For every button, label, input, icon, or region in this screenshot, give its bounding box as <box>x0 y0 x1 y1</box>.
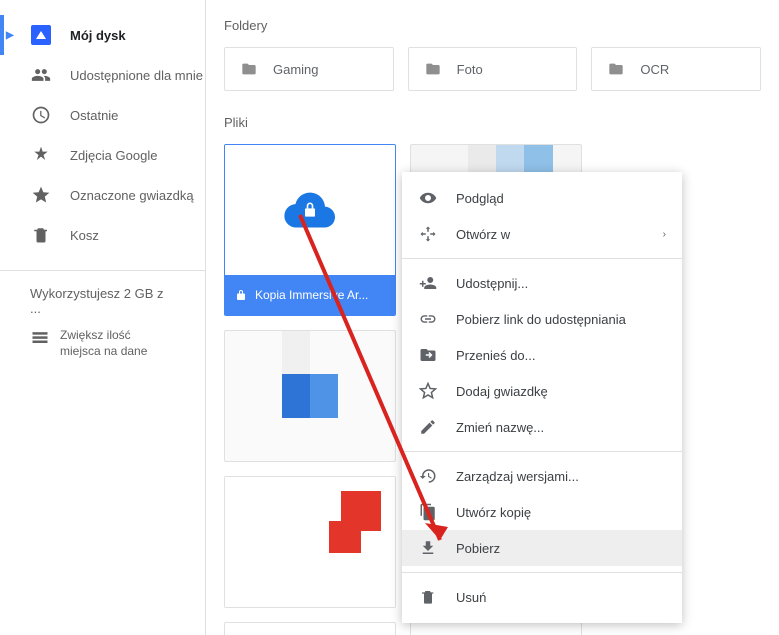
sidebar-item-label: Ostatnie <box>70 108 118 123</box>
menu-item-label: Udostępnij... <box>456 276 528 291</box>
sidebar-item-my-drive[interactable]: ▶ Mój dysk <box>0 15 205 55</box>
menu-item-preview[interactable]: Podgląd <box>402 180 682 216</box>
chevron-right-icon: ▶ <box>6 30 14 41</box>
menu-item-move-to[interactable]: Przenieś do... <box>402 337 682 373</box>
menu-item-label: Utwórz kopię <box>456 505 531 520</box>
file-card[interactable] <box>224 330 396 462</box>
file-card[interactable] <box>224 476 396 608</box>
file-thumbnail <box>411 623 581 635</box>
menu-item-label: Usuń <box>456 590 486 605</box>
menu-item-label: Pobierz link do udostępniania <box>456 312 626 327</box>
star-outline-icon <box>418 381 438 401</box>
file-thumbnail <box>225 145 395 275</box>
sidebar-item-label: Udostępnione dla mnie <box>70 68 203 83</box>
link-icon <box>418 309 438 329</box>
sidebar-item-label: Zdjęcia Google <box>70 148 157 163</box>
menu-item-share[interactable]: Udostępnij... <box>402 265 682 301</box>
menu-item-label: Otwórz w <box>456 227 510 242</box>
file-card[interactable] <box>224 622 396 635</box>
menu-item-rename[interactable]: Zmień nazwę... <box>402 409 682 445</box>
trash-icon <box>30 224 52 246</box>
menu-item-get-link[interactable]: Pobierz link do udostępniania <box>402 301 682 337</box>
clock-icon <box>30 104 52 126</box>
file-name: Kopia Immersive Ar... <box>255 288 368 302</box>
file-footer: Kopia Immersive Ar... <box>225 275 395 315</box>
pencil-icon <box>418 417 438 437</box>
context-menu: Podgląd Otwórz w › Udostępnij... Pobierz… <box>402 172 682 623</box>
menu-item-download[interactable]: Pobierz <box>402 530 682 566</box>
folder-name: Gaming <box>273 62 319 77</box>
folder-name: OCR <box>640 62 669 77</box>
sidebar-item-shared[interactable]: Udostępnione dla mnie <box>0 55 205 95</box>
drive-logo-icon <box>30 24 52 46</box>
copy-icon <box>418 502 438 522</box>
folder-card-ocr[interactable]: OCR <box>591 47 761 91</box>
restore-icon <box>418 466 438 486</box>
folder-card-gaming[interactable]: Gaming <box>224 47 394 91</box>
file-thumbnail <box>225 331 395 461</box>
sidebar-item-trash[interactable]: Kosz <box>0 215 205 255</box>
storage-section: Wykorzystujesz 2 GB z ... Zwiększ ilość … <box>0 270 205 374</box>
photos-icon <box>30 144 52 166</box>
menu-item-label: Zmień nazwę... <box>456 420 544 435</box>
menu-item-add-star[interactable]: Dodaj gwiazdkę <box>402 373 682 409</box>
menu-item-label: Dodaj gwiazdkę <box>456 384 548 399</box>
trash-icon <box>418 587 438 607</box>
menu-item-make-copy[interactable]: Utwórz kopię <box>402 494 682 530</box>
menu-separator <box>402 572 682 573</box>
folder-card-foto[interactable]: Foto <box>408 47 578 91</box>
folder-icon <box>239 61 259 77</box>
person-add-icon <box>418 273 438 293</box>
file-card[interactable] <box>410 622 582 635</box>
download-icon <box>418 538 438 558</box>
storage-upgrade-text: Zwiększ ilość miejsca na dane <box>60 328 147 359</box>
people-icon <box>30 64 52 86</box>
sidebar-item-label: Mój dysk <box>70 28 126 43</box>
sidebar-item-recent[interactable]: Ostatnie <box>0 95 205 135</box>
menu-separator <box>402 258 682 259</box>
sidebar: ▶ Mój dysk Udostępnione dla mnie Ostatni… <box>0 0 206 635</box>
folder-icon <box>423 61 443 77</box>
move-icon <box>418 345 438 365</box>
menu-item-label: Podgląd <box>456 191 504 206</box>
file-thumbnail <box>225 623 395 635</box>
cloud-lock-icon <box>282 190 338 230</box>
storage-icon <box>30 328 50 353</box>
sidebar-item-label: Oznaczone gwiazdką <box>70 188 194 203</box>
folder-name: Foto <box>457 62 483 77</box>
file-card-selected[interactable]: Kopia Immersive Ar... <box>224 144 396 316</box>
menu-item-label: Pobierz <box>456 541 500 556</box>
eye-icon <box>418 188 438 208</box>
file-thumbnail <box>225 477 395 607</box>
storage-usage-text: Wykorzystujesz 2 GB z ... <box>30 286 175 316</box>
folders-row: Gaming Foto OCR <box>224 47 761 91</box>
chevron-right-icon: › <box>663 229 666 240</box>
menu-item-manage-versions[interactable]: Zarządzaj wersjami... <box>402 458 682 494</box>
storage-upgrade-link[interactable]: Zwiększ ilość miejsca na dane <box>30 328 175 359</box>
folder-icon <box>606 61 626 77</box>
files-section-label: Pliki <box>224 115 761 130</box>
lock-icon <box>235 289 247 301</box>
folders-section-label: Foldery <box>224 18 761 33</box>
sidebar-item-label: Kosz <box>70 228 99 243</box>
sidebar-item-photos[interactable]: Zdjęcia Google <box>0 135 205 175</box>
menu-item-delete[interactable]: Usuń <box>402 579 682 615</box>
star-icon <box>30 184 52 206</box>
sidebar-item-starred[interactable]: Oznaczone gwiazdką <box>0 175 205 215</box>
menu-item-label: Zarządzaj wersjami... <box>456 469 579 484</box>
menu-separator <box>402 451 682 452</box>
menu-item-open-with[interactable]: Otwórz w › <box>402 216 682 252</box>
menu-item-label: Przenieś do... <box>456 348 536 363</box>
open-with-icon <box>418 224 438 244</box>
